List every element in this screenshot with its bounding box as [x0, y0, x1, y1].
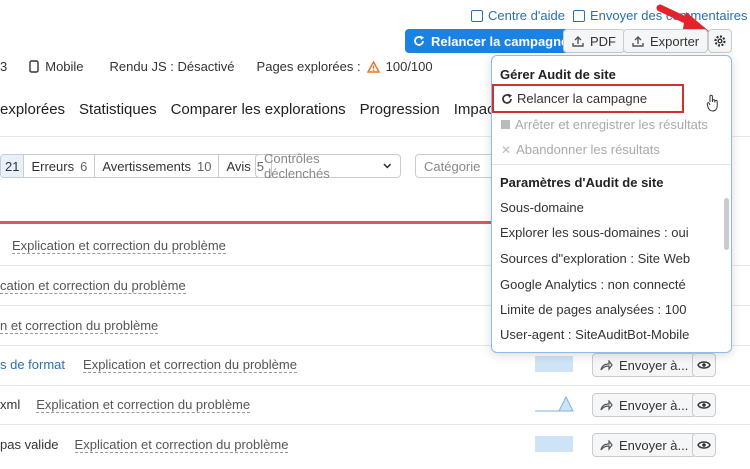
- filter-warnings[interactable]: Avertissements 10: [95, 155, 220, 177]
- eye-icon: [697, 361, 711, 369]
- category-dropdown[interactable]: Catégorie: [415, 154, 495, 178]
- menu-relaunch-campaign[interactable]: Relancer la campagne: [501, 91, 647, 106]
- close-icon: ✕: [501, 142, 512, 157]
- view-button[interactable]: [692, 393, 716, 417]
- explanation-link[interactable]: Explication et correction du problème: [36, 397, 251, 413]
- menu-scrollbar[interactable]: [724, 198, 729, 250]
- upload-icon: [632, 36, 644, 47]
- info-row: 3 Mobile Rendu JS : Désactivé Pages expl…: [0, 59, 433, 74]
- chevron-down-icon: [383, 163, 392, 169]
- eye-icon: [697, 401, 711, 409]
- report-tabs: explorées Statistiques Comparer les expl…: [0, 101, 520, 118]
- export-button[interactable]: Exporter: [623, 29, 709, 53]
- list-item: xml Explication et correction du problèm…: [0, 397, 251, 413]
- list-item: n et correction du problème: [0, 318, 159, 334]
- comment-icon: [573, 9, 585, 22]
- audit-settings-heading: Paramètres d'Audit de site: [500, 175, 664, 190]
- hand-cursor-icon: [706, 94, 718, 112]
- settings-button[interactable]: [708, 29, 732, 53]
- trend-sparkline: [535, 436, 573, 452]
- send-to-button[interactable]: Envoyer à...: [592, 353, 697, 377]
- menu-abandon-results: ✕ Abandonner les résultats: [501, 142, 660, 157]
- send-to-button[interactable]: Envoyer à...: [592, 433, 697, 457]
- relaunch-campaign-button[interactable]: Relancer la campagne: [405, 29, 577, 53]
- refresh-icon: [502, 93, 512, 104]
- issue-title[interactable]: pas valide: [0, 437, 59, 453]
- errors-section-line: [0, 221, 492, 224]
- trend-sparkline: [535, 395, 574, 412]
- menu-divider: [492, 164, 731, 165]
- view-button[interactable]: [692, 433, 716, 457]
- explanation-link[interactable]: n et correction du problème: [0, 318, 159, 334]
- stop-icon: [501, 120, 510, 129]
- explanation-link[interactable]: Explication et correction du problème: [83, 357, 297, 373]
- filter-all[interactable]: 21: [1, 155, 25, 177]
- share-arrow-icon: [600, 359, 613, 371]
- issue-title[interactable]: s de format: [0, 357, 65, 373]
- mobile-icon: [29, 60, 39, 73]
- filter-errors[interactable]: Erreurs 6: [24, 155, 96, 177]
- view-button[interactable]: [692, 353, 716, 377]
- explanation-link[interactable]: cation et correction du problème: [0, 278, 186, 294]
- divider: [0, 424, 750, 425]
- help-center-link[interactable]: Centre d'aide: [471, 8, 565, 23]
- divider: [0, 385, 750, 386]
- menu-setting-subdomain[interactable]: Sous-domaine: [500, 200, 584, 215]
- issue-title[interactable]: xml: [0, 397, 20, 413]
- list-item: Explication et correction du problème: [12, 238, 226, 254]
- menu-setting-user-agent[interactable]: User-agent : SiteAuditBot-Mobile: [500, 327, 689, 342]
- tab-progression[interactable]: Progression: [360, 101, 440, 118]
- gear-icon: [714, 35, 726, 47]
- pdf-button[interactable]: PDF: [563, 29, 625, 53]
- refresh-icon: [414, 35, 424, 46]
- menu-stop-save: Arrêter et enregistrer les résultats: [501, 117, 708, 132]
- warning-icon: [366, 60, 380, 73]
- menu-setting-crawl-subdomains[interactable]: Explorer les sous-domaines : oui: [500, 225, 689, 240]
- checks-dropdown[interactable]: Contrôles déclenchés: [255, 151, 401, 181]
- menu-setting-google-analytics[interactable]: Google Analytics : non connecté: [500, 277, 686, 292]
- explanation-link[interactable]: Explication et correction du problème: [74, 437, 289, 453]
- explanation-link[interactable]: Explication et correction du problème: [12, 238, 226, 254]
- send-to-button[interactable]: Envoyer à...: [592, 393, 697, 417]
- help-book-icon: [471, 9, 483, 22]
- manage-audit-heading: Gérer Audit de site: [500, 67, 616, 82]
- severity-filter: 21 Erreurs 6 Avertissements 10 Avis 5: [0, 154, 272, 178]
- eye-icon: [697, 441, 711, 449]
- menu-setting-page-limit[interactable]: Limite de pages analysées : 100: [500, 302, 686, 317]
- trend-sparkline: [535, 356, 573, 372]
- tab-statistics[interactable]: Statistiques: [79, 101, 157, 118]
- share-arrow-icon: [600, 399, 613, 411]
- list-item: s de format Explication et correction du…: [0, 357, 297, 373]
- list-item: cation et correction du problème: [0, 278, 186, 294]
- upload-icon: [572, 36, 584, 47]
- tab-compare[interactable]: Comparer les explorations: [171, 101, 346, 118]
- settings-menu: Gérer Audit de site Relancer la campagne…: [491, 55, 732, 353]
- share-arrow-icon: [600, 439, 613, 451]
- tab-explored[interactable]: explorées: [0, 101, 65, 118]
- list-item: pas valide Explication et correction du …: [0, 437, 289, 453]
- menu-setting-crawl-sources[interactable]: Sources d"exploration : Site Web: [500, 251, 690, 266]
